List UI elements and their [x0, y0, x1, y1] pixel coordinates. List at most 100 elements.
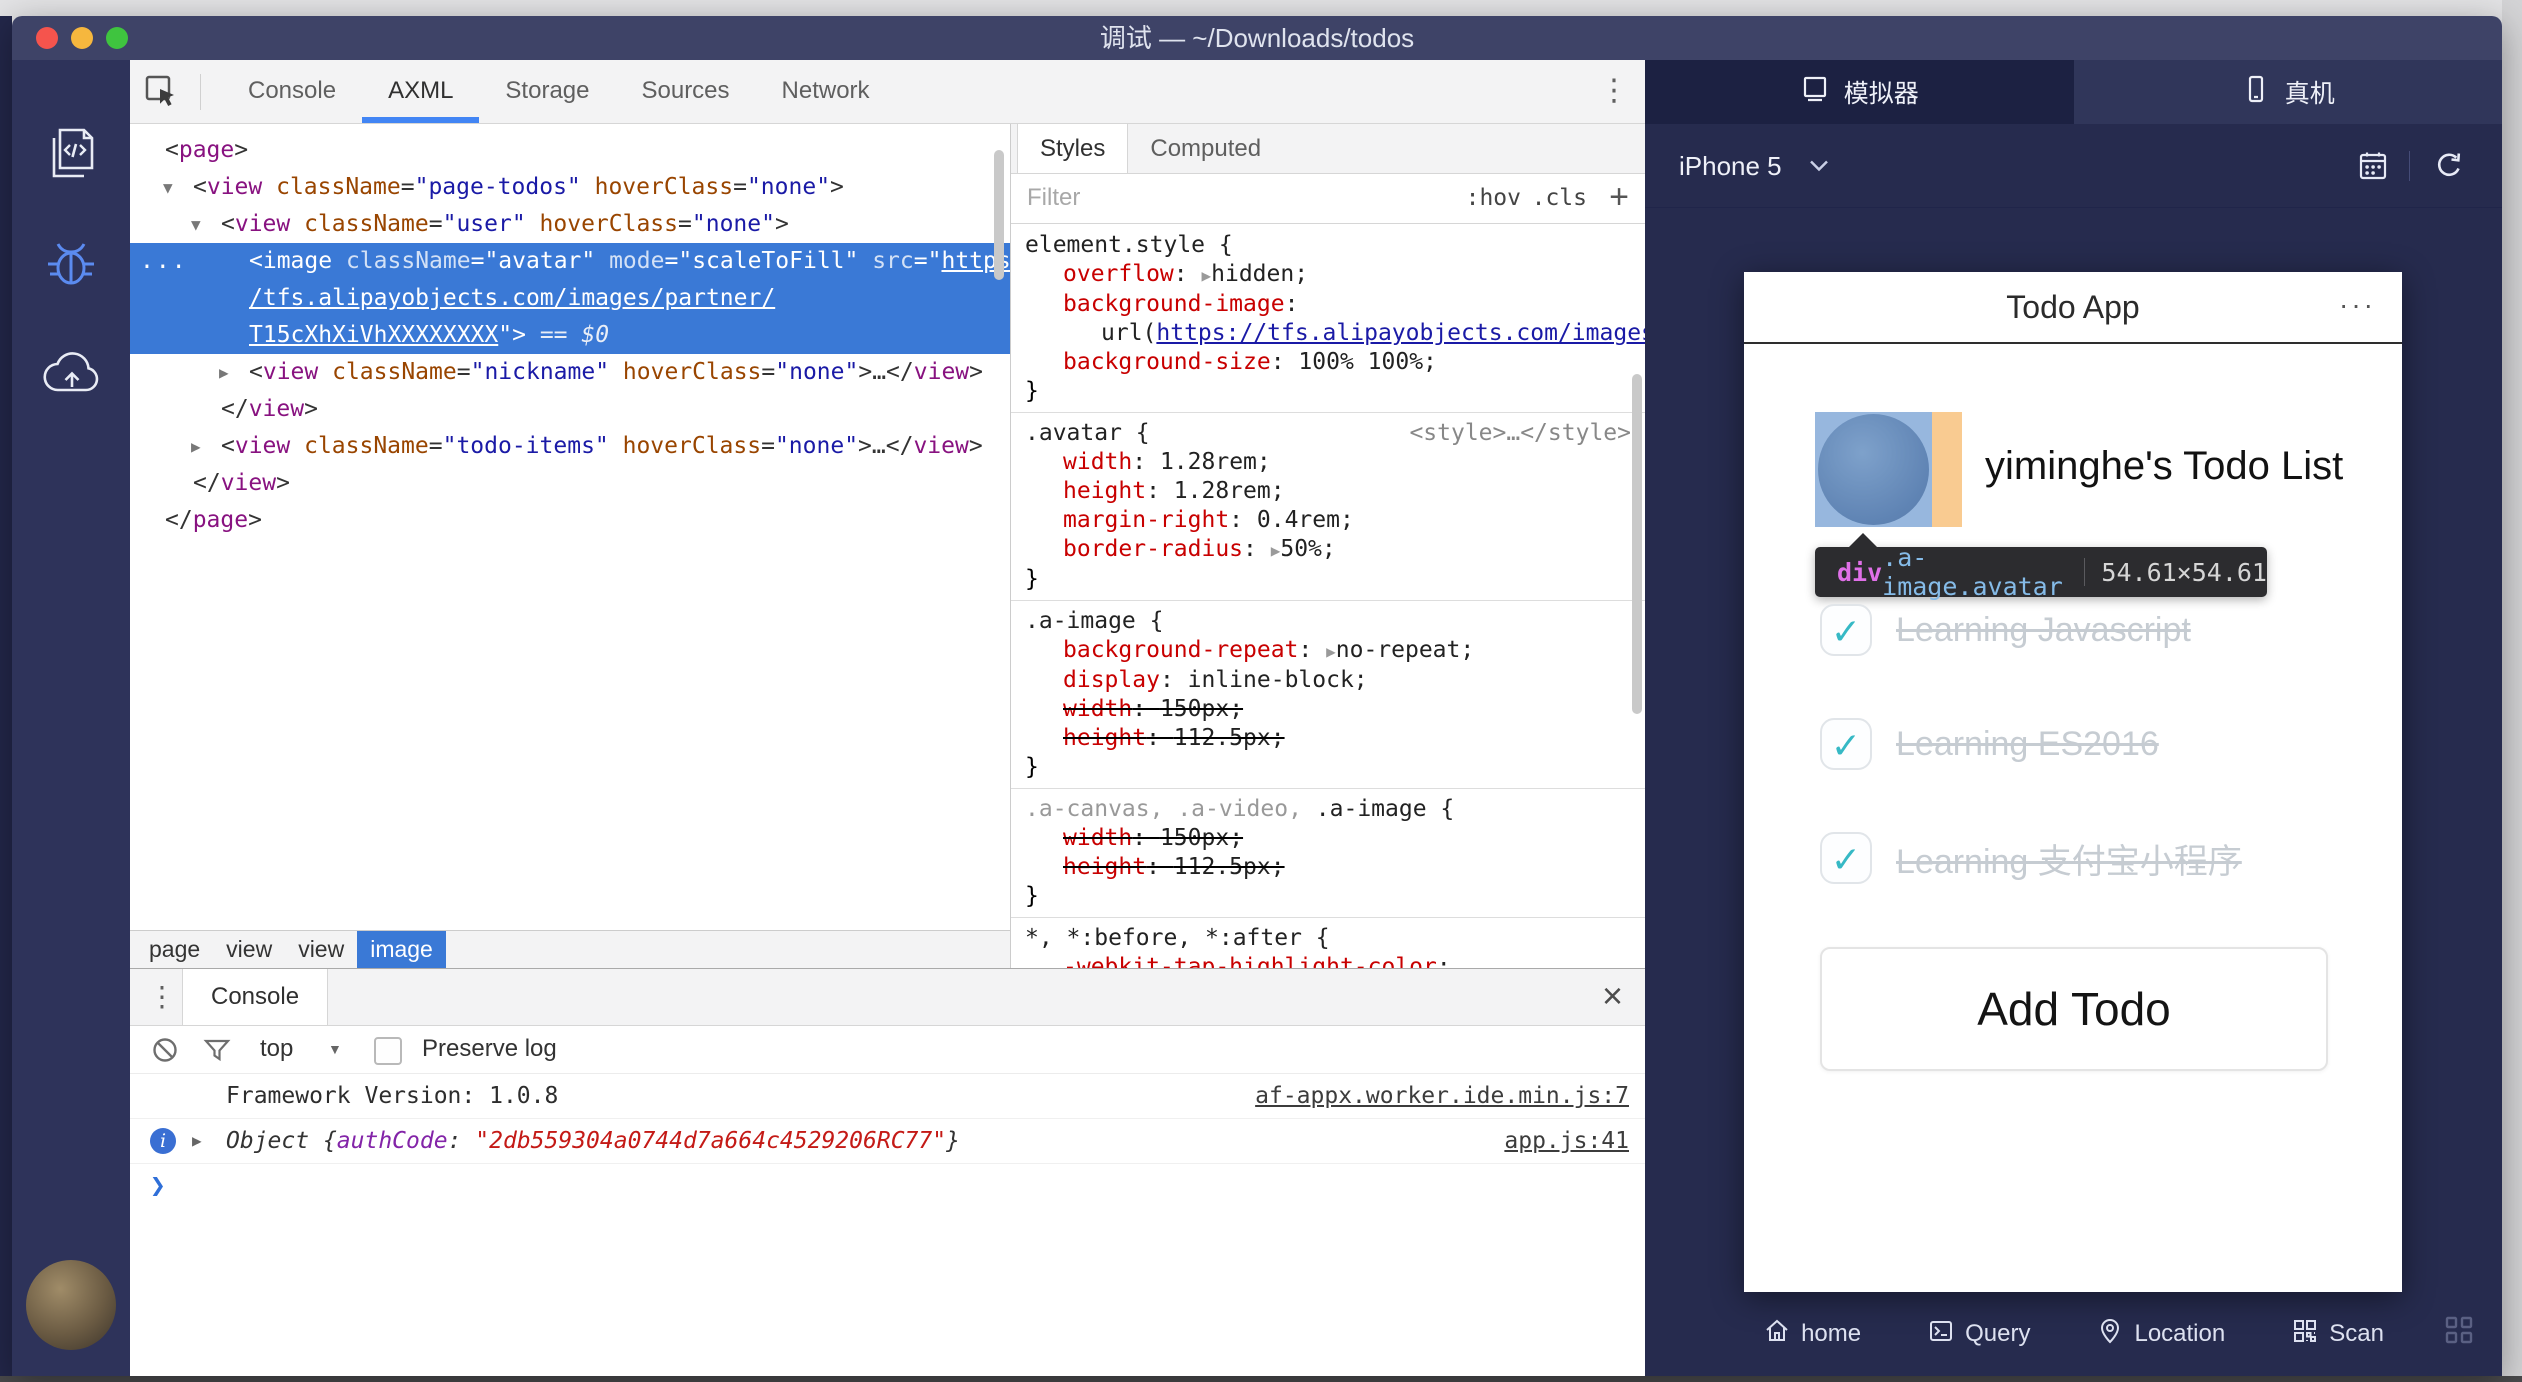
todo-item[interactable]: ✓Learning ES2016 [1820, 716, 2159, 772]
tab-phone-真机[interactable]: 真机 [2074, 60, 2503, 124]
close-window-button[interactable] [36, 27, 58, 49]
breadcrumb-item-view[interactable]: view [213, 931, 285, 968]
avatar-image[interactable] [1815, 412, 1962, 527]
css-selector-line[interactable]: .avatar {<style>…</style> [1025, 419, 1631, 448]
console-menu-button[interactable]: ⋮ [148, 980, 176, 1013]
css-selector-line[interactable]: .a-image { [1025, 607, 1631, 636]
sim-toolbar-home-button[interactable]: home [1763, 1317, 1861, 1352]
grid-apps-icon[interactable] [2442, 1313, 2476, 1352]
sim-toolbar-query-button[interactable]: Query [1927, 1317, 2030, 1352]
inspect-element-button[interactable] [142, 72, 180, 110]
tab-console-drawer[interactable]: Console [182, 969, 328, 1025]
debug-bug-icon[interactable] [40, 232, 102, 294]
reload-icon[interactable] [2432, 149, 2466, 188]
code-file-icon[interactable] [40, 122, 102, 184]
css-declaration[interactable]: border-radius: ▶50%; [1025, 535, 1631, 565]
css-declaration[interactable]: background-image: [1025, 290, 1631, 319]
axml-tree-line[interactable]: ▶<view className="nickname" hoverClass="… [130, 354, 1010, 391]
preserve-log-checkbox[interactable] [374, 1037, 402, 1065]
axml-token: < [221, 211, 235, 237]
sim-toolbar-location-button[interactable]: Location [2096, 1317, 2225, 1352]
device-selector[interactable]: iPhone 5 [1679, 124, 1830, 208]
axml-token: "scaleToFill" [678, 248, 858, 274]
sim-toolbar-scan-button[interactable]: Scan [2291, 1317, 2384, 1352]
add-todo-button[interactable]: Add Todo [1820, 947, 2328, 1071]
css-declaration[interactable]: overflow: ▶hidden; [1025, 260, 1631, 290]
axml-tree-line[interactable]: <page> [130, 132, 1010, 169]
expand-arrow-icon[interactable]: ▶ [192, 1119, 202, 1163]
css-declaration[interactable]: height: 1.28rem; [1025, 477, 1631, 506]
collapsed-arrow-icon[interactable]: ▶ [219, 354, 229, 391]
axml-tree-line[interactable]: ▶<view className="todo-items" hoverClass… [130, 428, 1010, 465]
tab-sources[interactable]: Sources [615, 60, 755, 123]
close-console-button[interactable]: × [1602, 975, 1623, 1017]
clear-console-icon[interactable] [150, 1035, 180, 1070]
css-declaration[interactable]: background-repeat: ▶no-repeat; [1025, 636, 1631, 666]
css-selector-line[interactable]: element.style { [1025, 231, 1631, 260]
breadcrumb-item-page[interactable]: page [136, 931, 213, 968]
cloud-upload-icon[interactable] [40, 346, 102, 408]
axml-token: hoverClass [581, 174, 733, 200]
axml-tree-line[interactable]: ...<image className="avatar" mode="scale… [130, 243, 1010, 280]
console-source-link[interactable]: af-appx.worker.ide.min.js:7 [1255, 1074, 1629, 1118]
todo-item[interactable]: ✓ Learning 支付宝小程序 [1820, 830, 2242, 886]
scrollbar-thumb[interactable] [994, 150, 1004, 280]
chevron-down-icon[interactable]: ▼ [328, 1026, 342, 1072]
tab-axml[interactable]: AXML [362, 60, 479, 123]
css-declaration[interactable]: width: 150px; [1025, 695, 1631, 724]
expanded-arrow-icon[interactable]: ▼ [191, 206, 201, 243]
css-declaration[interactable]: height: 112.5px; [1025, 724, 1631, 753]
console-messages: Framework Version: 1.0.8af-appx.worker.i… [130, 1074, 1645, 1209]
console-source-link[interactable]: app.js:41 [1504, 1119, 1629, 1163]
todo-label: Learning 支付宝小程序 [1896, 834, 2242, 883]
css-selector-line[interactable]: *, *:before, *:after { [1025, 924, 1631, 953]
css-declaration[interactable]: margin-right: 0.4rem; [1025, 506, 1631, 535]
todo-checkbox[interactable]: ✓ [1820, 832, 1872, 884]
css-declaration[interactable]: background-size: 100% 100%; [1025, 348, 1631, 377]
rule-source-link[interactable]: <style>…</style> [1409, 419, 1631, 448]
tab-network[interactable]: Network [756, 60, 896, 123]
axml-tree-line[interactable]: </view> [130, 465, 1010, 502]
css-declaration[interactable]: height: 112.5px; [1025, 853, 1631, 882]
tab-styles[interactable]: Styles [1017, 124, 1128, 173]
user-avatar[interactable] [26, 1260, 116, 1350]
axml-tree-line[interactable]: ▼<view className="page-todos" hoverClass… [130, 169, 1010, 206]
axml-token: "nickname" [471, 359, 609, 385]
calendar-icon[interactable] [2356, 149, 2390, 188]
axml-tree-line[interactable]: </view> [130, 391, 1010, 428]
axml-tree-line[interactable]: </page> [130, 502, 1010, 539]
breadcrumb: pageviewviewimage [130, 930, 1010, 968]
todo-checkbox[interactable]: ✓ [1820, 604, 1872, 656]
axml-tree-line[interactable]: T15cXhXiVhXXXXXXXX"> == $0 [130, 317, 1010, 354]
toggle-class-button[interactable]: .cls [1532, 174, 1587, 222]
css-selector-line[interactable]: .a-canvas, .a-video, .a-image { [1025, 795, 1631, 824]
breadcrumb-item-image[interactable]: image [357, 931, 446, 968]
app-menu-button[interactable]: ··· [2339, 272, 2376, 338]
axml-tree-line[interactable]: /tfs.alipayobjects.com/images/partner/ [130, 280, 1010, 317]
scrollbar-thumb[interactable] [1632, 374, 1642, 714]
execution-context-selector[interactable]: top [260, 1026, 293, 1072]
devtools-menu-button[interactable]: ⋮ [1599, 73, 1629, 109]
css-declaration[interactable]: width: 1.28rem; [1025, 448, 1631, 477]
axml-tree-line[interactable]: ▼<view className="user" hoverClass="none… [130, 206, 1010, 243]
toggle-element-state-button[interactable]: :hov [1466, 174, 1521, 222]
collapsed-arrow-icon[interactable]: ▶ [191, 428, 201, 465]
new-style-rule-button[interactable]: + [1609, 174, 1629, 220]
zoom-window-button[interactable] [106, 27, 128, 49]
breadcrumb-item-view[interactable]: view [285, 931, 357, 968]
css-declaration[interactable]: width: 150px; [1025, 824, 1631, 853]
css-declaration[interactable]: -webkit-tap-highlight-color: [1025, 953, 1631, 968]
expanded-arrow-icon[interactable]: ▼ [163, 169, 173, 206]
tab-monitor-模拟器[interactable]: 模拟器 [1645, 60, 2074, 124]
todo-item[interactable]: ✓Learning Javascript [1820, 602, 2191, 658]
css-declaration[interactable]: display: inline-block; [1025, 666, 1631, 695]
css-declaration[interactable]: url(https://tfs.alipayobjects.com/images… [1025, 319, 1631, 348]
tab-computed[interactable]: Computed [1128, 124, 1283, 173]
styles-filter-input[interactable]: Filter [1027, 174, 1080, 222]
filter-icon[interactable] [202, 1035, 232, 1070]
tab-storage[interactable]: Storage [479, 60, 615, 123]
axml-token: = [457, 359, 471, 385]
tab-console[interactable]: Console [222, 60, 362, 123]
minimize-window-button[interactable] [71, 27, 93, 49]
todo-checkbox[interactable]: ✓ [1820, 718, 1872, 770]
